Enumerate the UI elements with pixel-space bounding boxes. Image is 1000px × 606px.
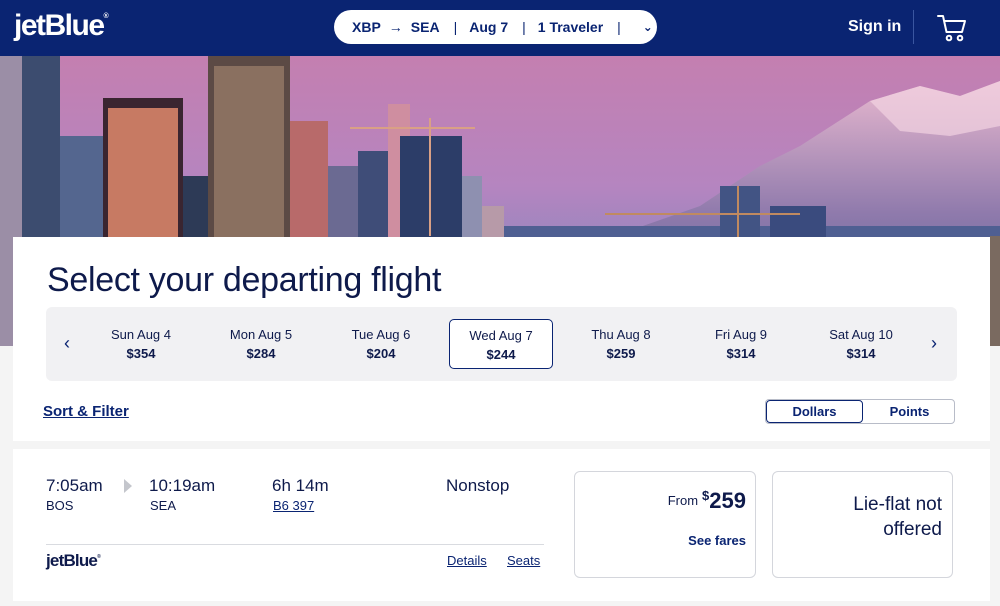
date-price: $204: [366, 346, 396, 361]
date-label: Wed Aug 7: [469, 328, 533, 343]
flight-result-card: 7:05am BOS 10:19am SEA 6h 14m B6 397 Non…: [13, 449, 990, 601]
points-toggle-option[interactable]: Points: [863, 400, 954, 423]
see-fares-link[interactable]: See fares: [688, 533, 746, 548]
play-arrow-icon: [124, 479, 132, 493]
stops-label: Nonstop: [446, 476, 510, 495]
separator: |: [453, 19, 458, 35]
arrival-airport: SEA: [150, 498, 177, 513]
date-option-selected[interactable]: Wed Aug 7 $244: [449, 319, 553, 369]
date-option[interactable]: Tue Aug 6 $204: [329, 319, 433, 369]
date-price: $314: [846, 346, 876, 361]
date-label: Fri Aug 9: [714, 327, 768, 342]
seats-link[interactable]: Seats: [507, 553, 540, 568]
jetblue-logo[interactable]: jetBlue®: [14, 9, 109, 43]
flight-duration: 6h 14m: [272, 476, 329, 495]
lie-flat-fare-box: Lie-flat not offered: [772, 471, 953, 578]
sort-filter-link[interactable]: Sort & Filter: [43, 403, 129, 420]
date-selector: ‹ Sun Aug 4 $354 Mon Aug 5 $284 Tue Aug …: [46, 307, 957, 381]
chevron-left-icon[interactable]: ‹: [57, 333, 77, 355]
trip-summary-button[interactable]: XBP → SEA | Aug 7 | 1 Traveler | ⌄: [334, 10, 657, 44]
date-label: Sun Aug 4: [111, 327, 171, 342]
flight-number-link[interactable]: B6 397: [273, 498, 314, 513]
page-title: Select your departing flight: [47, 261, 442, 299]
price-amount: 259: [709, 488, 746, 513]
separator: |: [522, 19, 526, 35]
origin-code: XBP: [352, 19, 381, 35]
fare-option-core[interactable]: From $259 See fares: [574, 471, 756, 578]
date-option[interactable]: Fri Aug 9 $314: [689, 319, 793, 369]
date-label: Mon Aug 5: [229, 327, 293, 342]
date-price: $244: [486, 347, 516, 362]
airline-logo: jetBlue®: [46, 551, 101, 570]
departure-time: 7:05am: [46, 476, 103, 495]
separator: |: [617, 19, 621, 35]
card-divider: [46, 544, 544, 545]
top-navbar: jetBlue® XBP → SEA | Aug 7 | 1 Traveler …: [0, 0, 1000, 56]
header-divider: [913, 10, 914, 44]
date-option[interactable]: Sat Aug 10 $314: [809, 319, 913, 369]
destination-code: SEA: [410, 19, 440, 35]
lie-flat-status: Lie-flat not offered: [853, 494, 942, 540]
date-price: $354: [126, 346, 156, 361]
trip-date: Aug 7: [469, 19, 509, 35]
date-price: $314: [726, 346, 756, 361]
dollars-toggle-option[interactable]: Dollars: [766, 400, 863, 423]
from-label: From: [667, 493, 699, 508]
date-option[interactable]: Sun Aug 4 $354: [89, 319, 193, 369]
chevron-down-icon: ⌄: [642, 20, 653, 34]
date-price: $259: [606, 346, 636, 361]
fare-price: From $259: [668, 488, 746, 514]
cart-icon[interactable]: [936, 12, 968, 44]
currency-toggle: Dollars Points: [765, 399, 955, 424]
date-option[interactable]: Mon Aug 5 $284: [209, 319, 313, 369]
arrival-time: 10:19am: [149, 476, 216, 495]
date-label: Tue Aug 6: [351, 327, 411, 342]
details-link[interactable]: Details: [447, 553, 487, 568]
chevron-right-icon[interactable]: ›: [924, 333, 944, 355]
date-label: Thu Aug 8: [591, 327, 651, 342]
right-arrow-icon: →: [388, 19, 403, 35]
sign-in-link[interactable]: Sign in: [848, 18, 901, 36]
traveler-count: 1 Traveler: [537, 19, 604, 35]
date-label: Sat Aug 10: [829, 327, 893, 342]
flight-search-panel: Select your departing flight ‹ Sun Aug 4…: [13, 237, 990, 441]
departure-airport: BOS: [46, 498, 74, 513]
date-price: $284: [246, 346, 276, 361]
date-option[interactable]: Thu Aug 8 $259: [569, 319, 673, 369]
